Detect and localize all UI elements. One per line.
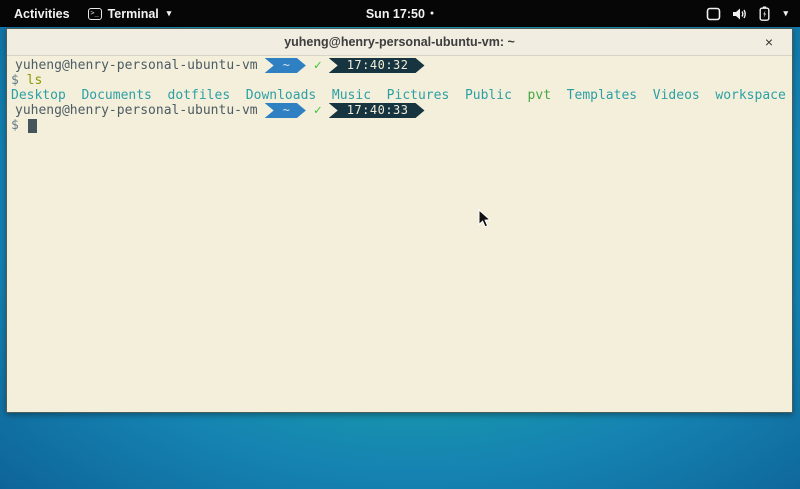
dir-item: Pictures bbox=[387, 88, 450, 103]
prompt-time-segment: 17:40:33 bbox=[329, 103, 425, 118]
ls-output: Desktop Documents dotfiles Downloads Mus… bbox=[7, 88, 792, 103]
dir-item: Downloads bbox=[246, 88, 316, 103]
prompt-time-segment: 17:40:32 bbox=[329, 58, 425, 73]
command-line-2: $ bbox=[7, 118, 792, 133]
prompt-dir-segment: ~ bbox=[265, 58, 306, 73]
dir-item: dotfiles bbox=[168, 88, 231, 103]
dir-item-special: pvt bbox=[528, 88, 551, 103]
terminal-window: yuheng@henry-personal-ubuntu-vm: ~ × yuh… bbox=[6, 28, 793, 413]
terminal-content[interactable]: yuheng@henry-personal-ubuntu-vm ~ ✓ 17:4… bbox=[7, 56, 792, 412]
prompt-line-2: yuheng@henry-personal-ubuntu-vm ~ ✓ 17:4… bbox=[7, 103, 792, 118]
display-icon bbox=[706, 7, 721, 21]
dir-item: Templates bbox=[567, 88, 637, 103]
prompt-dir-segment: ~ bbox=[265, 103, 306, 118]
dir-item: Videos bbox=[653, 88, 700, 103]
clock-label: Sun 17:50 bbox=[366, 7, 425, 21]
top-bar: Activities >_ Terminal ▾ Sun 17:50 ● bbox=[0, 0, 800, 27]
app-menu-terminal[interactable]: >_ Terminal ▾ bbox=[88, 7, 172, 21]
dir-item: Public bbox=[465, 88, 512, 103]
volume-icon bbox=[732, 7, 748, 21]
battery-charging-icon bbox=[759, 6, 770, 21]
dir-item: Documents bbox=[81, 88, 151, 103]
prompt-symbol: $ bbox=[11, 73, 19, 88]
notification-dot-icon: ● bbox=[430, 10, 434, 17]
command-line-1: $ ls bbox=[7, 73, 792, 88]
chevron-down-icon: ▾ bbox=[167, 8, 172, 19]
typed-command: ls bbox=[27, 73, 43, 88]
prompt-symbol: $ bbox=[11, 118, 19, 133]
app-menu-label: Terminal bbox=[108, 7, 159, 21]
prompt-user: yuheng@henry-personal-ubuntu-vm bbox=[15, 103, 258, 118]
window-title: yuheng@henry-personal-ubuntu-vm: ~ bbox=[284, 35, 515, 49]
dir-item: Desktop bbox=[11, 88, 66, 103]
mouse-pointer-icon bbox=[478, 209, 491, 233]
terminal-app-icon: >_ bbox=[88, 8, 102, 20]
window-titlebar[interactable]: yuheng@henry-personal-ubuntu-vm: ~ × bbox=[7, 29, 792, 56]
close-icon[interactable]: × bbox=[760, 33, 778, 51]
dir-item: workspace bbox=[715, 88, 785, 103]
dir-item: Music bbox=[332, 88, 371, 103]
terminal-cursor bbox=[28, 119, 37, 133]
prompt-line-1: yuheng@henry-personal-ubuntu-vm ~ ✓ 17:4… bbox=[7, 58, 792, 73]
activities-button[interactable]: Activities bbox=[10, 5, 74, 23]
check-icon: ✓ bbox=[314, 58, 322, 73]
prompt-user: yuheng@henry-personal-ubuntu-vm bbox=[15, 58, 258, 73]
system-tray[interactable]: ▾ bbox=[706, 0, 792, 27]
tray-chevron-down-icon: ▾ bbox=[783, 8, 788, 19]
desktop-wallpaper: Activities >_ Terminal ▾ Sun 17:50 ● bbox=[0, 0, 800, 489]
check-icon: ✓ bbox=[314, 103, 322, 118]
